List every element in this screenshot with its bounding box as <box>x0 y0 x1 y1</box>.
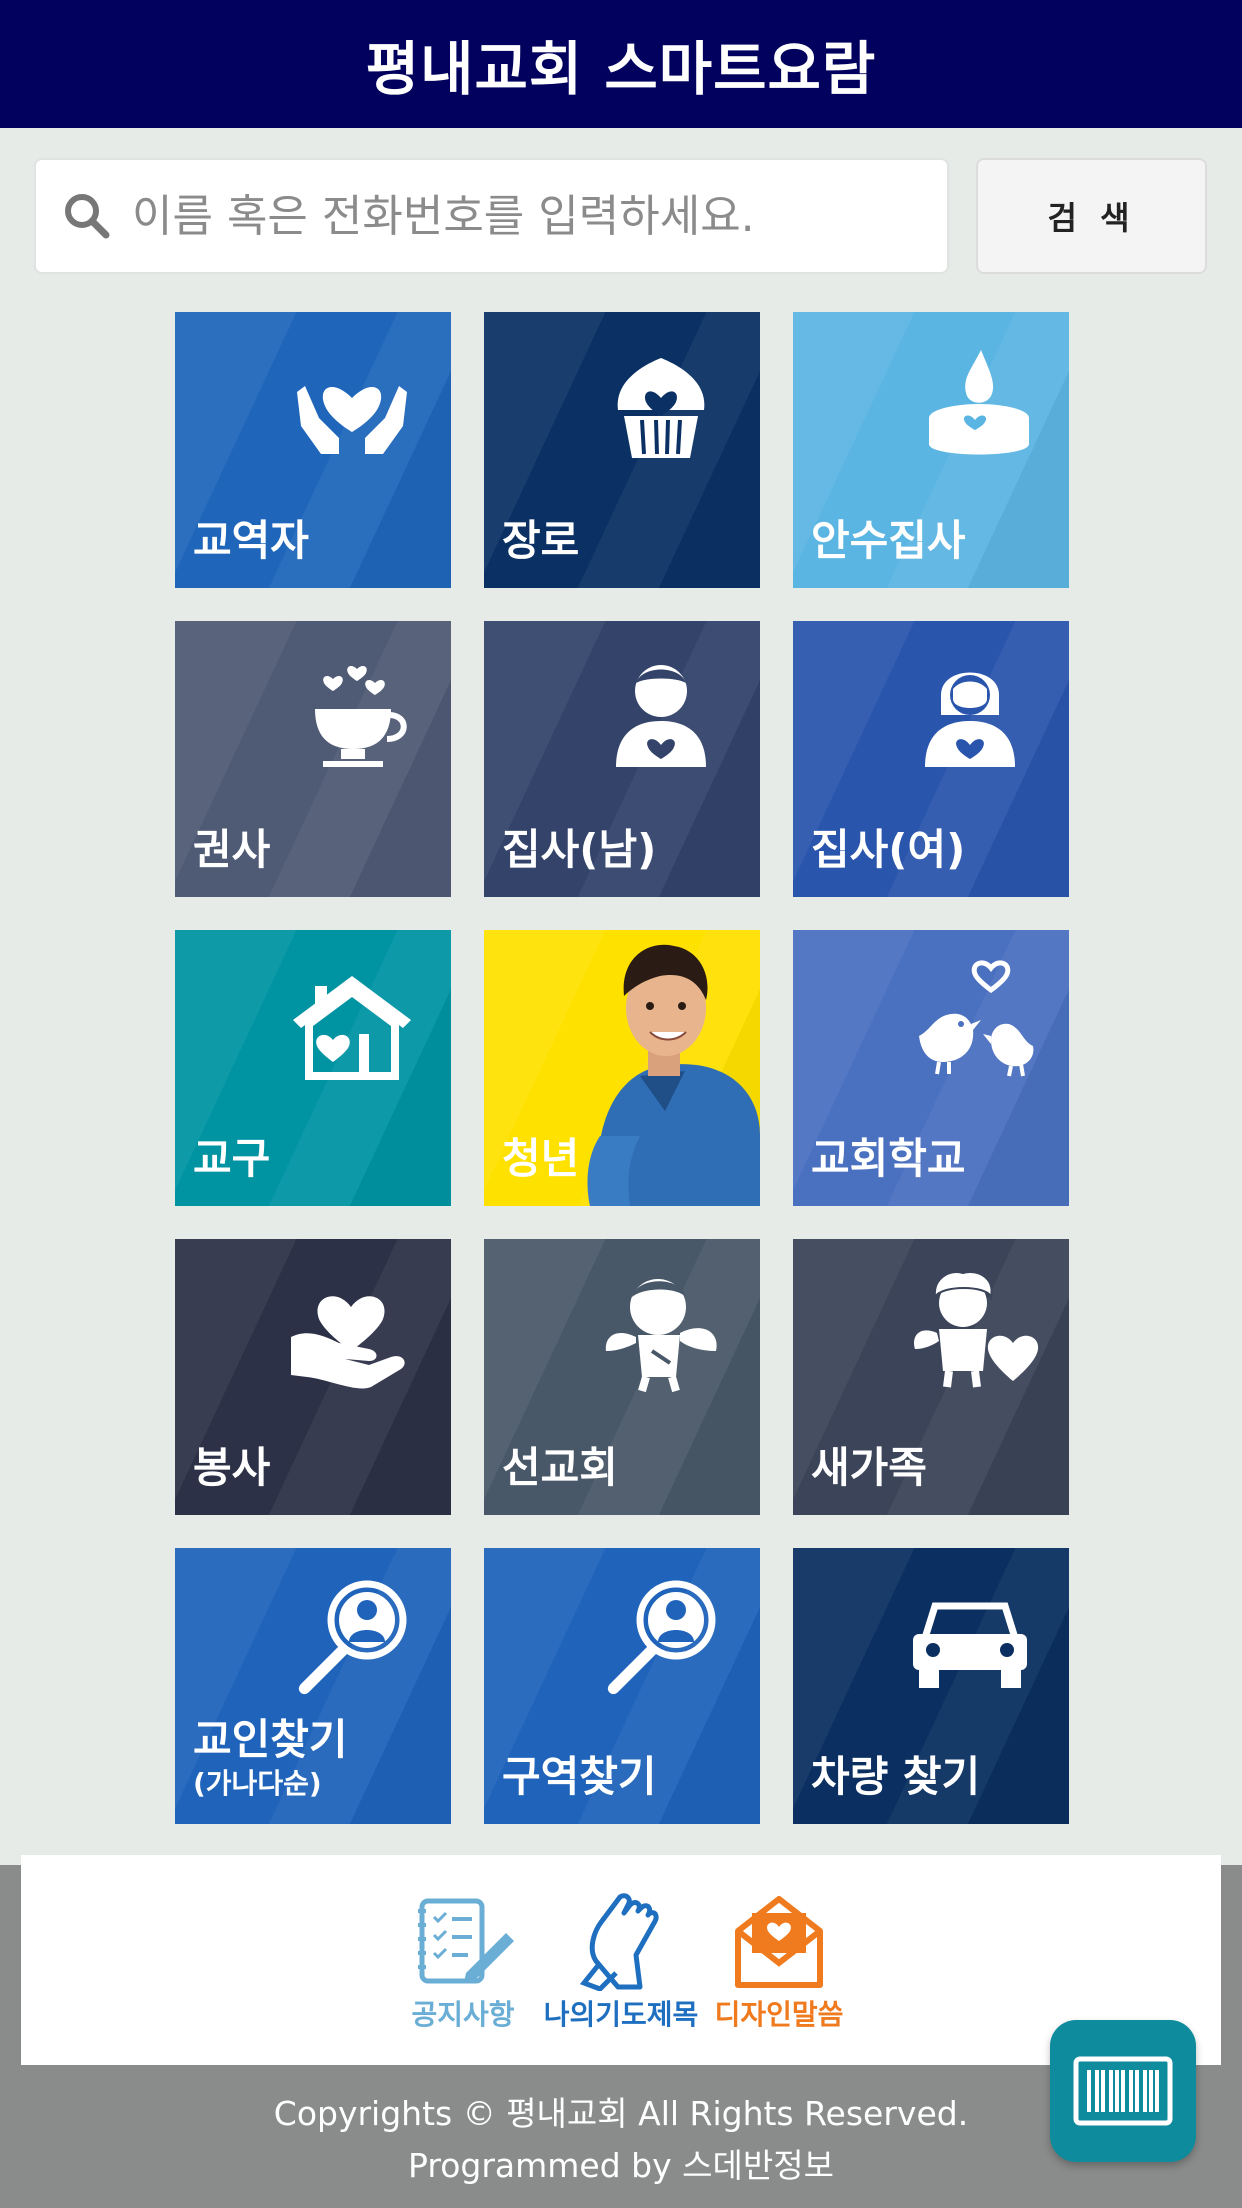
love-birds-icon <box>919 960 1034 1077</box>
tile-jipsa-female[interactable]: 집사(여) <box>793 621 1069 897</box>
prayer-label: 나의기도제목 <box>543 1998 699 2031</box>
tile-seongyohoe[interactable]: 선교회 <box>484 1239 760 1515</box>
notepad-pencil-icon <box>418 1898 514 1984</box>
tile-find-vehicle[interactable]: 차량 찾기 <box>793 1548 1069 1824</box>
tile-gyogu[interactable]: 교구 <box>175 930 451 1206</box>
tile-label: 구역찾기 <box>502 1751 657 1801</box>
envelope-heart-icon <box>735 1896 823 1988</box>
tile-gyoyeokja[interactable]: 교역자 <box>175 312 451 588</box>
tile-label: 교인찾기 (가나다순) <box>193 1715 348 1801</box>
tile-gwonsa[interactable]: 권사 <box>175 621 451 897</box>
car-icon <box>913 1602 1027 1688</box>
heart-in-hand-icon <box>291 1296 405 1389</box>
tile-find-district[interactable]: 구역찾기 <box>484 1548 760 1824</box>
tile-title: 교인찾기 <box>193 1715 348 1765</box>
design-word-button[interactable]: 디자인말씀 <box>709 1891 849 2033</box>
tile-ansu-jipsa[interactable]: 안수집사 <box>793 312 1069 588</box>
tile-jangro[interactable]: 장로 <box>484 312 760 588</box>
tile-label: 청년 <box>502 1133 580 1183</box>
app-header: 평내교회 스마트요람 <box>0 0 1242 128</box>
tile-label: 교구 <box>193 1133 271 1183</box>
magnifier-person-icon <box>298 1580 407 1695</box>
praying-hands-icon <box>579 1893 659 1991</box>
tile-label: 안수집사 <box>811 515 966 565</box>
tile-label: 새가족 <box>811 1442 927 1492</box>
menu-grid: 교역자 장로 안수집사 권사 집사(남) 집사(여) 교구 청년 교회학교 봉사… <box>175 312 1070 1824</box>
tile-bongsa[interactable]: 봉사 <box>175 1239 451 1515</box>
tile-cheongnyeon[interactable]: 청년 <box>484 930 760 1206</box>
barcode-button[interactable] <box>1050 2020 1196 2162</box>
tile-label: 교회학교 <box>811 1133 966 1183</box>
prayer-button[interactable]: 나의기도제목 <box>544 1891 698 2033</box>
heart-hands-icon <box>297 386 407 454</box>
coffee-cup-icon <box>315 666 407 767</box>
search-input[interactable] <box>132 190 947 242</box>
search-button[interactable]: 검 색 <box>976 158 1207 274</box>
tile-jipsa-male[interactable]: 집사(남) <box>484 621 760 897</box>
search-box <box>34 158 949 274</box>
angel-heart-icon <box>913 1271 1039 1388</box>
search-icon <box>65 194 110 239</box>
tile-label: 교역자 <box>193 515 309 565</box>
young-man-photo <box>587 944 760 1206</box>
tile-label: 권사 <box>193 824 271 874</box>
house-heart-icon <box>293 976 411 1080</box>
woman-heart-icon <box>925 672 1015 767</box>
footer-menu: 공지사항 나의기도제목 디자인말씀 <box>21 1855 1221 2065</box>
tile-label: 집사(여) <box>811 824 966 874</box>
tile-label: 차량 찾기 <box>811 1751 981 1801</box>
design-word-label: 디자인말씀 <box>714 1998 844 2031</box>
tile-church-school[interactable]: 교회학교 <box>793 930 1069 1206</box>
tile-label: 장로 <box>502 515 580 565</box>
tile-find-member[interactable]: 교인찾기 (가나다순) <box>175 1548 451 1824</box>
candle-icon <box>929 350 1029 455</box>
cupid-angel-icon <box>605 1279 717 1393</box>
tile-label: 선교회 <box>502 1442 618 1492</box>
tile-label: 집사(남) <box>502 824 657 874</box>
notice-label: 공지사항 <box>411 1998 515 2031</box>
tile-new-family[interactable]: 새가족 <box>793 1239 1069 1515</box>
barcode-icon <box>1073 2056 1173 2126</box>
tile-subtitle: (가나다순) <box>193 1767 322 1801</box>
man-heart-icon <box>616 665 706 767</box>
page-title: 평내교회 스마트요람 <box>365 35 877 103</box>
tile-label: 봉사 <box>193 1442 271 1492</box>
magnifier-person-icon <box>607 1580 716 1695</box>
cupcake-heart-icon <box>617 358 705 458</box>
notice-button[interactable]: 공지사항 <box>393 1891 533 2033</box>
